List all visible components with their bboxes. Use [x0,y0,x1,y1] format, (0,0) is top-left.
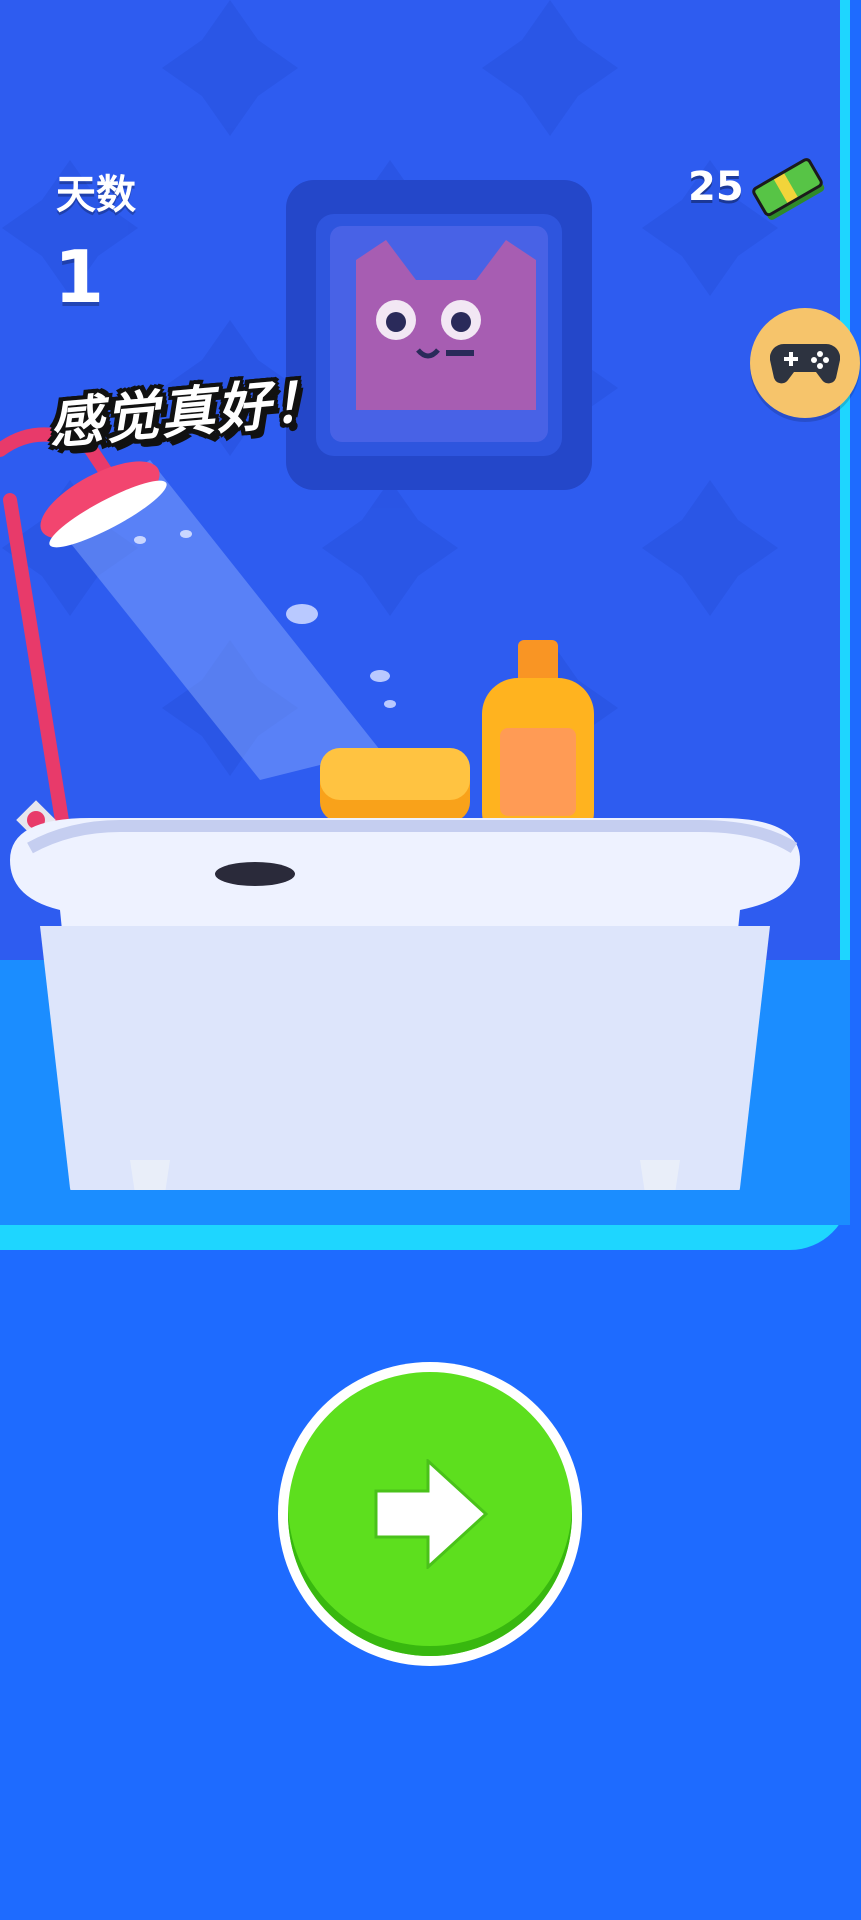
arrow-right-icon [374,1459,489,1569]
gamepad-button[interactable] [750,308,860,418]
bathroom-scene: 天数 1 25 感觉真好！ [0,0,861,1250]
bathtub [10,640,800,1190]
next-button[interactable] [278,1362,582,1666]
cash-stack-icon [752,158,825,220]
day-label: 天数 [56,172,136,218]
next-button-face[interactable] [288,1372,572,1656]
coin-count: 25 [688,164,744,210]
day-value: 1 [54,235,105,319]
gamepad-icon [770,343,840,384]
